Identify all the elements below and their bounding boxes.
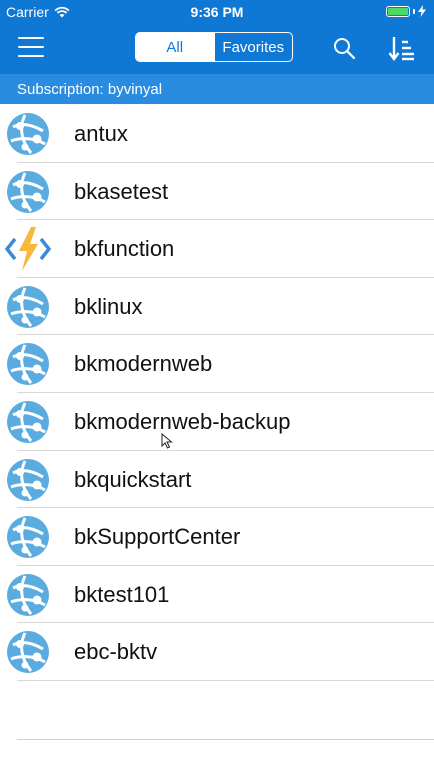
status-time: 9:36 PM (190, 4, 244, 20)
hamburger-menu-icon[interactable] (18, 37, 44, 59)
tab-all[interactable]: All (136, 33, 214, 61)
web-app-icon (5, 111, 51, 157)
list-item[interactable]: bkmodernweb (0, 335, 434, 393)
web-app-icon (5, 399, 51, 445)
web-app-icon (5, 341, 51, 387)
list-item[interactable]: bkquickstart (0, 451, 434, 509)
list-item-label: bkSupportCenter (74, 524, 241, 550)
search-icon[interactable] (332, 36, 356, 60)
web-app-icon (5, 457, 51, 503)
status-bar: Carrier 9:36 PM (0, 0, 434, 24)
list-item[interactable]: antux (0, 105, 434, 163)
bottom-divider (17, 739, 434, 740)
row-divider (17, 679, 434, 681)
battery-indicator (386, 5, 426, 17)
tab-favorites[interactable]: Favorites (213, 33, 293, 61)
list-item[interactable]: ebc-bktv (0, 623, 434, 681)
list-item-label: bkfunction (74, 236, 175, 262)
battery-fill (388, 7, 408, 15)
subscription-bar[interactable]: Subscription: byvinyal (0, 74, 434, 104)
web-app-icon (5, 572, 51, 618)
subscription-label: Subscription: byvinyal (17, 81, 163, 98)
list-item[interactable]: bktest101 (0, 566, 434, 624)
list-item-label: bktest101 (74, 581, 170, 607)
sort-icon[interactable] (388, 34, 416, 62)
list-item[interactable]: bkmodernweb-backup (0, 393, 434, 451)
mouse-cursor-icon (161, 433, 173, 449)
web-app-icon (5, 514, 51, 560)
list-item-label: antux (74, 121, 128, 146)
list-item[interactable]: bkSupportCenter (0, 508, 434, 566)
resource-list: antux bkasetest bkfunction bklinux bkmod… (0, 105, 434, 681)
list-item-label: bkmodernweb (74, 351, 213, 377)
bolt-icon (418, 5, 426, 17)
list-item-label: ebc-bktv (74, 639, 158, 665)
battery-icon (386, 5, 410, 17)
list-item-label: bklinux (74, 293, 143, 319)
list-item-label: bkquickstart (74, 466, 192, 492)
list-item-label: bkasetest (74, 178, 169, 204)
tab-all-label: All (166, 38, 184, 56)
web-app-icon (5, 169, 51, 215)
list-item[interactable]: bklinux (0, 278, 434, 336)
navigation-bar: All Favorites (0, 24, 434, 74)
filter-segmented-control: All Favorites (135, 32, 293, 62)
list-item[interactable]: bkfunction (0, 220, 434, 278)
web-app-icon (5, 629, 51, 675)
web-app-icon (5, 284, 51, 330)
function-app-icon (4, 226, 52, 272)
tab-favorites-label: Favorites (222, 38, 285, 56)
list-item-label: bkmodernweb-backup (74, 408, 291, 434)
list-item[interactable]: bkasetest (0, 163, 434, 221)
battery-tip (413, 8, 415, 14)
